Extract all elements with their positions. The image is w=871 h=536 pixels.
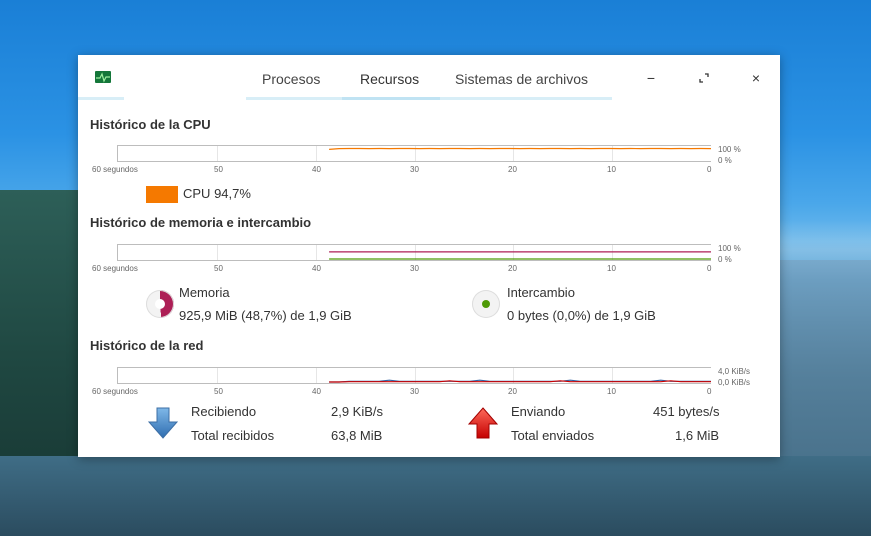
axis-label-0: 0 xyxy=(707,387,712,396)
tab-sistemas-de-archivos[interactable]: Sistemas de archivos xyxy=(455,71,588,87)
background-water xyxy=(0,456,871,536)
axis-label-0: 0 xyxy=(707,264,712,273)
memory-time-axis: 60 segundos 50 40 30 20 10 0 xyxy=(78,264,780,276)
close-button[interactable]: × xyxy=(744,67,768,89)
minimize-button[interactable]: − xyxy=(639,67,663,89)
memory-pie-center xyxy=(155,299,165,309)
network-history-title: Histórico de la red xyxy=(90,338,204,353)
memory-scale-max: 100 % xyxy=(718,244,741,253)
cpu-legend-label: CPU xyxy=(183,186,211,201)
memory-scale-min: 0 % xyxy=(718,255,732,264)
header-accent-left xyxy=(78,97,124,100)
axis-label-30: 30 xyxy=(410,264,419,273)
axis-label-20: 20 xyxy=(508,387,517,396)
axis-label-50: 50 xyxy=(214,264,223,273)
axis-label-30: 30 xyxy=(410,165,419,174)
axis-label-60: 60 segundos xyxy=(92,165,138,174)
memory-history-plot xyxy=(217,245,711,260)
system-monitor-window: Procesos Recursos Sistemas de archivos −… xyxy=(78,55,780,457)
total-sent-value: 1,6 MiB xyxy=(675,428,720,443)
cpu-history-title: Histórico de la CPU xyxy=(90,117,211,132)
sending-label: Enviando xyxy=(511,404,566,419)
swap-label: Intercambio xyxy=(507,285,575,300)
cpu-scale-min: 0 % xyxy=(718,156,732,165)
total-received-label: Total recibidos xyxy=(191,428,275,443)
swap-pie-icon[interactable] xyxy=(472,290,500,318)
send-arrow-icon[interactable] xyxy=(467,407,499,439)
sending-value: 451 bytes/s xyxy=(653,404,720,419)
cpu-color-swatch[interactable] xyxy=(146,186,178,203)
network-history-graph xyxy=(117,367,711,384)
network-time-axis: 60 segundos 50 40 30 20 10 0 xyxy=(78,387,780,399)
axis-label-40: 40 xyxy=(312,165,321,174)
cpu-legend: CPU 94,7% xyxy=(183,186,251,201)
axis-label-10: 10 xyxy=(607,165,616,174)
memory-label: Memoria xyxy=(179,285,230,300)
receive-arrow-icon[interactable] xyxy=(147,407,179,439)
axis-label-0: 0 xyxy=(707,165,712,174)
system-monitor-app-icon xyxy=(95,71,111,83)
axis-label-60: 60 segundos xyxy=(92,387,138,396)
memory-history-title: Histórico de memoria e intercambio xyxy=(90,215,312,230)
swap-pie-center xyxy=(482,300,490,308)
tab-procesos[interactable]: Procesos xyxy=(262,71,320,87)
network-history-plot xyxy=(217,368,711,383)
axis-label-20: 20 xyxy=(508,165,517,174)
memory-value: 925,9 MiB (48,7%) de 1,9 GiB xyxy=(179,308,352,323)
network-scale-max: 4,0 KiB/s xyxy=(718,367,751,376)
axis-label-60: 60 segundos xyxy=(92,264,138,273)
maximize-icon xyxy=(699,73,709,83)
memory-history-graph xyxy=(117,244,711,261)
receiving-value: 2,9 KiB/s xyxy=(331,404,384,419)
memory-pie-icon[interactable] xyxy=(146,290,174,318)
receiving-label: Recibiendo xyxy=(191,404,257,419)
cpu-history-graph xyxy=(117,145,711,162)
cpu-history-line xyxy=(329,147,711,150)
total-sent-label: Total enviados xyxy=(511,428,595,443)
axis-label-20: 20 xyxy=(508,264,517,273)
axis-label-30: 30 xyxy=(410,387,419,396)
maximize-button[interactable] xyxy=(692,67,716,89)
axis-label-40: 40 xyxy=(312,264,321,273)
cpu-legend-value: 94,7% xyxy=(214,186,251,201)
axis-label-50: 50 xyxy=(214,165,223,174)
cpu-scale-max: 100 % xyxy=(718,145,741,154)
total-received-value: 63,8 MiB xyxy=(331,428,383,443)
axis-label-10: 10 xyxy=(607,387,616,396)
header-bar: Procesos Recursos Sistemas de archivos −… xyxy=(78,55,780,101)
cpu-history-plot xyxy=(217,146,711,161)
axis-label-40: 40 xyxy=(312,387,321,396)
tab-recursos[interactable]: Recursos xyxy=(360,71,419,87)
swap-value: 0 bytes (0,0%) de 1,9 GiB xyxy=(507,308,656,323)
active-tab-indicator xyxy=(342,97,440,100)
axis-label-10: 10 xyxy=(607,264,616,273)
axis-label-50: 50 xyxy=(214,387,223,396)
cpu-time-axis: 60 segundos 50 40 30 20 10 0 xyxy=(78,165,780,177)
network-scale-min: 0,0 KiB/s xyxy=(718,378,751,387)
